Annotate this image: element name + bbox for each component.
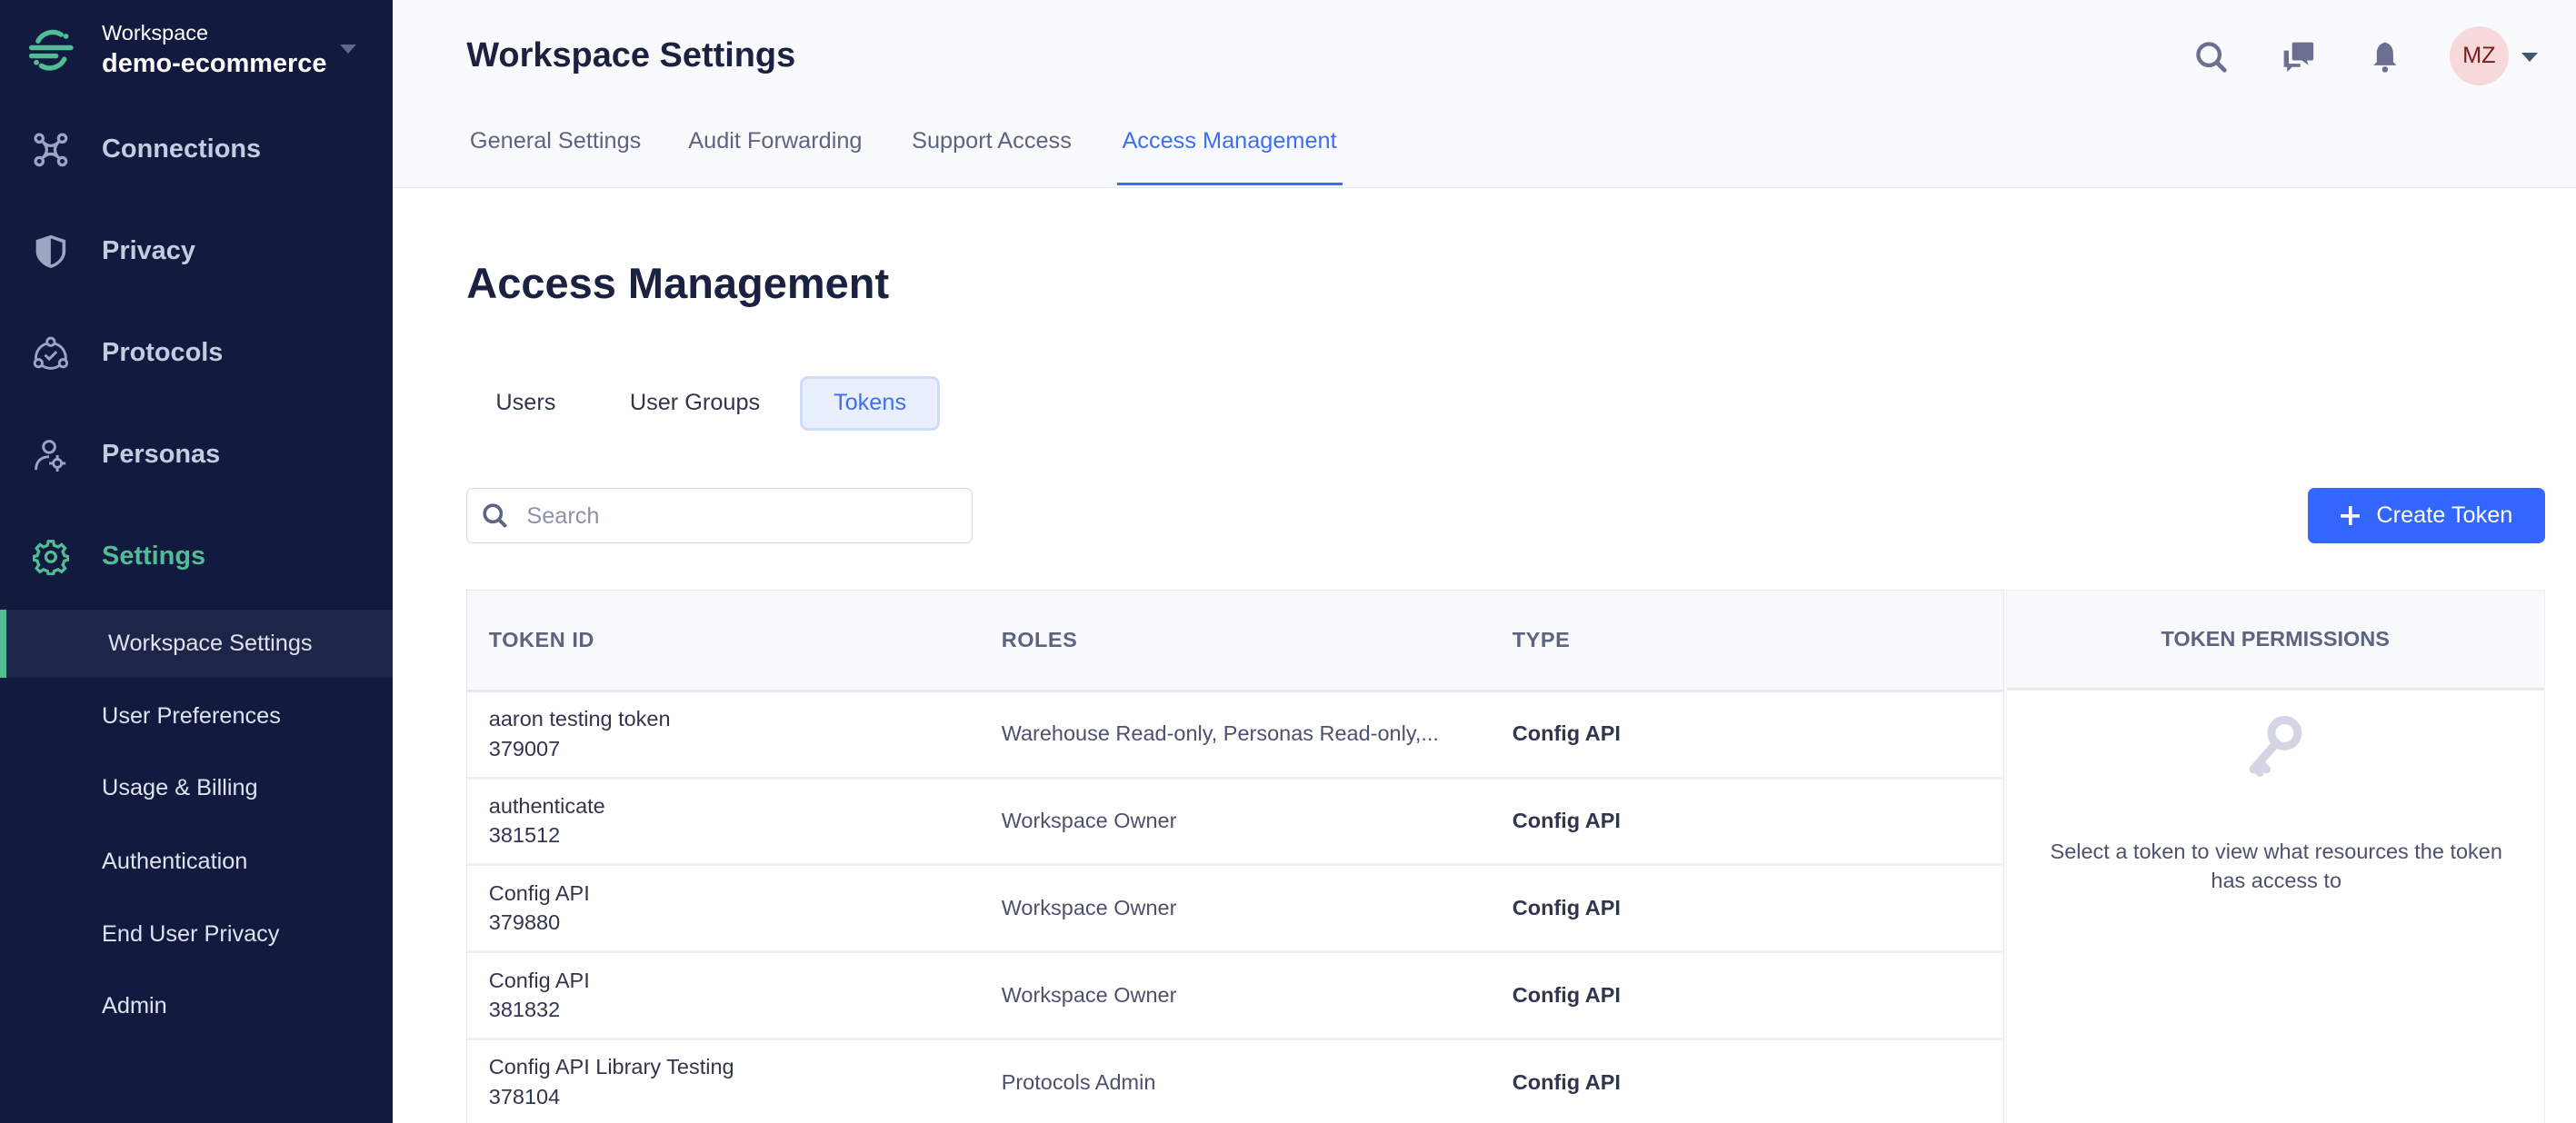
search-icon[interactable] [2193, 39, 2230, 75]
table-header: TOKEN ID ROLES TYPE [467, 590, 2004, 692]
nav-label: Personas [102, 440, 221, 470]
chevron-down-icon[interactable] [340, 44, 357, 54]
user-avatar[interactable]: MZ [2449, 25, 2509, 85]
subnav-authentication[interactable]: Authentication [0, 828, 393, 897]
subnav-label: Admin [102, 993, 167, 1019]
key-icon [2249, 716, 2302, 777]
tokens-table: TOKEN ID ROLES TYPE aaron testing token 3… [466, 589, 2005, 1123]
permissions-empty-message: Select a token to view what resources th… [2050, 839, 2502, 893]
bell-icon[interactable] [2367, 39, 2403, 75]
subnav-label: Usage & Billing [102, 775, 258, 801]
token-roles: Workspace Owner [1001, 896, 1177, 920]
table-row[interactable]: Config API Library Testing 378104 Protocol… [467, 1040, 2003, 1123]
nav-label: Settings [102, 542, 206, 571]
workspace-switcher[interactable]: demo-ecommerce [102, 49, 326, 79]
protocols-icon [33, 336, 69, 370]
token-type: Config API [1512, 1069, 1621, 1094]
subnav-label: Workspace Settings [108, 630, 313, 656]
column-token-id[interactable]: TOKEN ID [489, 628, 594, 652]
page-title: Access Management [466, 258, 890, 307]
token-roles: Workspace Owner [1001, 809, 1177, 833]
token-roles: Warehouse Read-only, Personas Read-only,… [1001, 721, 1439, 746]
personas-icon [35, 439, 66, 472]
create-token-label: Create Token [2376, 502, 2513, 529]
token-type: Config API [1512, 896, 1621, 920]
token-id: 379880 [488, 910, 561, 935]
segment-users[interactable]: Users [466, 376, 584, 431]
search-field[interactable] [466, 487, 973, 545]
token-permissions-panel: TOKEN PERMISSIONS Select a token to view… [2005, 589, 2545, 1123]
token-id: 379007 [488, 736, 561, 760]
subnav-label: End User Privacy [102, 920, 280, 947]
token-name: Config API Library Testing [488, 1055, 734, 1079]
subnav-label: User Preferences [102, 702, 281, 729]
subnav-usage-billing[interactable]: Usage & Billing [0, 754, 393, 823]
segment-logo-icon [28, 29, 74, 71]
header-title: Workspace Settings [466, 35, 796, 75]
subnav-workspace-settings[interactable]: Workspace Settings [0, 609, 393, 679]
nav-personas[interactable]: Personas [0, 422, 393, 488]
shield-icon [35, 234, 66, 268]
nav-connections[interactable]: Connections [0, 116, 393, 182]
subnav-user-preferences[interactable]: User Preferences [0, 681, 393, 750]
nav-label: Protocols [102, 338, 224, 368]
nav-settings[interactable]: Settings [0, 524, 393, 590]
nav-label: Connections [102, 134, 262, 164]
active-tab-indicator [1117, 182, 1343, 186]
column-roles[interactable]: ROLES [1002, 628, 1078, 652]
token-roles: Protocols Admin [1001, 1069, 1156, 1094]
chat-icon[interactable] [2281, 39, 2317, 75]
segment-user-groups[interactable]: User Groups [604, 376, 785, 431]
subnav-end-user-privacy[interactable]: End User Privacy [0, 899, 393, 969]
token-type: Config API [1512, 721, 1621, 746]
token-name: aaron testing token [488, 707, 671, 731]
segment-tokens[interactable]: Tokens [800, 375, 940, 431]
search-input[interactable] [523, 488, 957, 545]
create-token-button[interactable]: Create Token [2308, 487, 2545, 544]
table-row[interactable]: Config API 379880 Workspace Owner Config AP… [467, 866, 2004, 954]
subnav-label: Authentication [102, 849, 248, 875]
connections-icon [34, 133, 68, 166]
table-row[interactable]: Config API 381832 Workspace Owner Config AP… [467, 953, 2004, 1041]
gear-icon [33, 539, 69, 575]
table-row[interactable]: authenticate 381512 Workspace Owner Config … [467, 780, 2004, 867]
token-name: Config API [488, 968, 590, 992]
nav-privacy[interactable]: Privacy [0, 218, 393, 283]
tab-general-settings[interactable]: General Settings [470, 128, 641, 154]
workspace-label: Workspace [102, 21, 209, 45]
permissions-title: TOKEN PERMISSIONS [2006, 590, 2544, 691]
top-header: Workspace Settings General Settings Audi… [392, 0, 2576, 189]
token-type: Config API [1512, 809, 1621, 833]
table-row[interactable]: aaron testing token 379007 Warehouse Read-… [467, 692, 2004, 780]
tab-access-management[interactable]: Access Management [1122, 128, 1336, 154]
token-id: 381832 [488, 998, 561, 1022]
sidebar: Workspace demo-ecommerce Connections Pri… [0, 0, 393, 1123]
token-roles: Workspace Owner [1001, 982, 1177, 1007]
token-type: Config API [1512, 982, 1621, 1007]
token-name: authenticate [488, 793, 605, 818]
column-type[interactable]: TYPE [1513, 628, 1571, 652]
token-id: 378104 [488, 1084, 561, 1108]
plus-icon [2340, 505, 2361, 526]
nav-label: Privacy [102, 236, 195, 266]
chevron-down-icon[interactable] [2521, 52, 2539, 62]
tab-audit-forwarding[interactable]: Audit Forwarding [688, 128, 862, 154]
tab-support-access[interactable]: Support Access [912, 128, 1072, 154]
nav-protocols[interactable]: Protocols [0, 320, 393, 385]
search-icon [483, 503, 507, 528]
token-name: Config API [488, 880, 590, 905]
token-id: 381512 [488, 823, 561, 848]
subnav-admin[interactable]: Admin [0, 972, 393, 1041]
